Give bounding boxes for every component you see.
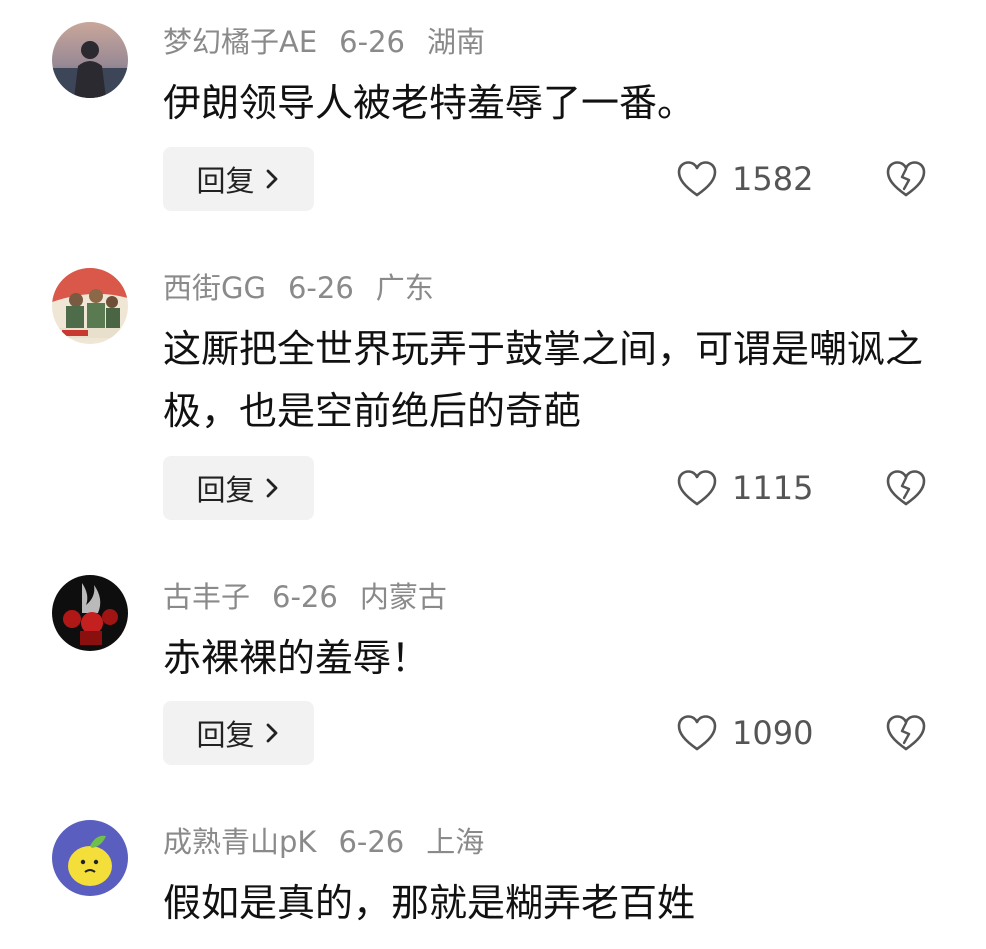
chevron-right-icon [266, 169, 277, 189]
comment-item: 梦幻橘子AE 6-26 湖南 伊朗领导人被老特羞辱了一番。 回复 1582 [0, 0, 986, 230]
broken-heart-icon [886, 715, 926, 751]
comment-date: 6-26 [287, 271, 354, 305]
comment-text: 伊朗领导人被老特羞辱了一番。 [163, 81, 696, 125]
dislike-button[interactable] [884, 701, 930, 765]
comment-item: 古丰子 6-26 内蒙古 赤裸裸的羞辱！ 回复 1090 [0, 555, 986, 785]
comment-text: 这厮把全世界玩弄于鼓掌之间，可谓是嘲讽之极，也是空前绝后的奇葩 [163, 327, 924, 433]
comment-item: 成熟青山pK 6-26 上海 假如是真的，那就是糊弄老百姓 [0, 800, 986, 949]
comment-text: 赤裸裸的羞辱！ [163, 636, 430, 680]
comment-location: 内蒙古 [359, 580, 447, 614]
broken-heart-icon [886, 470, 926, 506]
like-count: 1090 [732, 714, 814, 752]
heart-outline-icon [677, 470, 717, 506]
comment-meta: 古丰子 6-26 内蒙古 [163, 577, 469, 617]
username[interactable]: 成熟青山pK [163, 825, 316, 859]
username[interactable]: 西街GG [163, 271, 266, 305]
chevron-right-icon [266, 478, 277, 498]
comment-date: 6-26 [338, 825, 405, 859]
comment-date: 6-26 [339, 25, 405, 59]
reply-button[interactable]: 回复 [163, 147, 314, 211]
broken-heart-icon [886, 161, 926, 197]
reply-label: 回复 [196, 164, 255, 198]
comment-location: 上海 [426, 825, 485, 859]
comment-text: 假如是真的，那就是糊弄老百姓 [163, 881, 696, 925]
comment-meta: 梦幻橘子AE 6-26 湖南 [163, 22, 507, 62]
reply-button[interactable]: 回复 [163, 456, 314, 520]
username[interactable]: 古丰子 [163, 580, 250, 614]
username[interactable]: 梦幻橘子AE [163, 25, 317, 59]
like-button[interactable]: 1090 [676, 701, 813, 765]
comment-date: 6-26 [272, 580, 338, 614]
like-count: 1115 [732, 469, 814, 507]
comment-meta: 成熟青山pK 6-26 上海 [163, 822, 506, 862]
avatar[interactable] [52, 575, 128, 651]
heart-outline-icon [677, 715, 717, 751]
comment-location: 广东 [375, 271, 434, 305]
like-button[interactable]: 1115 [676, 456, 813, 520]
dislike-button[interactable] [884, 456, 930, 520]
reply-label: 回复 [196, 718, 255, 752]
reply-button[interactable]: 回复 [163, 701, 314, 765]
avatar[interactable] [52, 268, 128, 344]
comment-item: 西街GG 6-26 广东 这厮把全世界玩弄于鼓掌之间，可谓是嘲讽之极，也是空前绝后的… [0, 240, 986, 540]
comment-location: 湖南 [427, 25, 486, 59]
reply-label: 回复 [196, 473, 255, 507]
avatar[interactable] [52, 820, 128, 896]
dislike-button[interactable] [884, 147, 930, 211]
chevron-right-icon [266, 723, 277, 743]
comment-meta: 西街GG 6-26 广东 [163, 268, 456, 308]
heart-outline-icon [677, 161, 717, 197]
like-button[interactable]: 1582 [676, 147, 813, 211]
like-count: 1582 [732, 160, 814, 198]
avatar[interactable] [52, 22, 128, 98]
